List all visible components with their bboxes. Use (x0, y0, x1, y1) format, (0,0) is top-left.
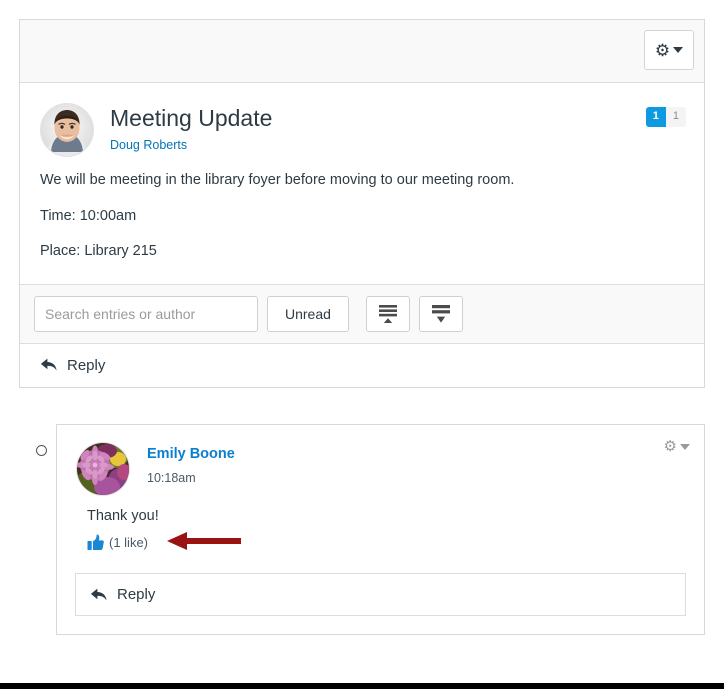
expand-threads-button[interactable] (418, 295, 463, 332)
collapse-threads-button[interactable] (365, 295, 410, 332)
entry-reply-button[interactable]: Reply (75, 573, 686, 616)
topic-author-link[interactable]: Doug Roberts (110, 138, 187, 152)
discussion-topic-panel: ⚙ Meeting Update Doug Roberts 1 1 We wil… (19, 19, 705, 388)
entry-like-row: (1 like) (57, 526, 704, 567)
topic-title: Meeting Update (110, 105, 273, 131)
topic-settings-gear-button[interactable]: ⚙ (644, 30, 694, 70)
gear-icon: ⚙ (654, 40, 671, 60)
topic-message-body: We will be meeting in the library foyer … (20, 161, 704, 284)
search-input[interactable] (34, 295, 258, 332)
entry-author-avatar (76, 442, 130, 496)
entry-message: Thank you! (87, 508, 159, 524)
entry-unread-marker[interactable] (36, 445, 47, 456)
discussion-entry-panel: Emily Boone 10:18am ⚙ Thank you! (1 like… (56, 424, 705, 635)
reply-arrow-icon (90, 588, 107, 601)
topic-header: Meeting Update Doug Roberts 1 1 (20, 83, 704, 161)
chevron-down-icon (680, 443, 690, 450)
callout-arrow-left-icon (167, 532, 241, 550)
topic-reply-label: Reply (67, 356, 106, 374)
entry-header: Emily Boone 10:18am ⚙ (57, 425, 704, 498)
entries-filter-toolbar: Unread (20, 283, 704, 344)
entry-author-link[interactable]: Emily Boone (147, 446, 235, 462)
reply-arrow-icon (40, 358, 57, 371)
topic-paragraph: We will be meeting in the library foyer … (40, 172, 515, 188)
total-count-badge: 1 (665, 107, 686, 127)
topic-paragraph: Place: Library 215 (40, 243, 157, 260)
entry-settings-gear-button[interactable]: ⚙ (664, 439, 690, 454)
chevron-down-icon (673, 47, 684, 53)
topic-paragraph: Time: 10:00am (40, 207, 137, 224)
unread-count-badge: 1 (645, 107, 666, 127)
topic-author-avatar (40, 103, 94, 157)
entry-timestamp: 10:18am (147, 471, 196, 485)
discussion-page: ⚙ Meeting Update Doug Roberts 1 1 We wil… (0, 0, 724, 689)
unread-filter-button[interactable]: Unread (267, 295, 349, 332)
like-count-label: (1 like) (109, 535, 149, 550)
gear-icon: ⚙ (663, 438, 677, 455)
thumbs-up-icon (87, 534, 104, 550)
topic-header-text: Meeting Update Doug Roberts (110, 103, 272, 154)
expand-threads-icon (431, 304, 450, 323)
topic-reply-badges: 1 1 (645, 107, 686, 127)
topic-reply-button[interactable]: Reply (20, 343, 704, 387)
discussion-entry-wrapper: Emily Boone 10:18am ⚙ Thank you! (1 like… (19, 424, 705, 635)
entry-reply-label: Reply (117, 586, 156, 603)
entry-header-text: Emily Boone 10:18am (147, 442, 235, 485)
collapse-threads-icon (378, 304, 397, 323)
topic-toolbar: ⚙ (20, 20, 704, 83)
